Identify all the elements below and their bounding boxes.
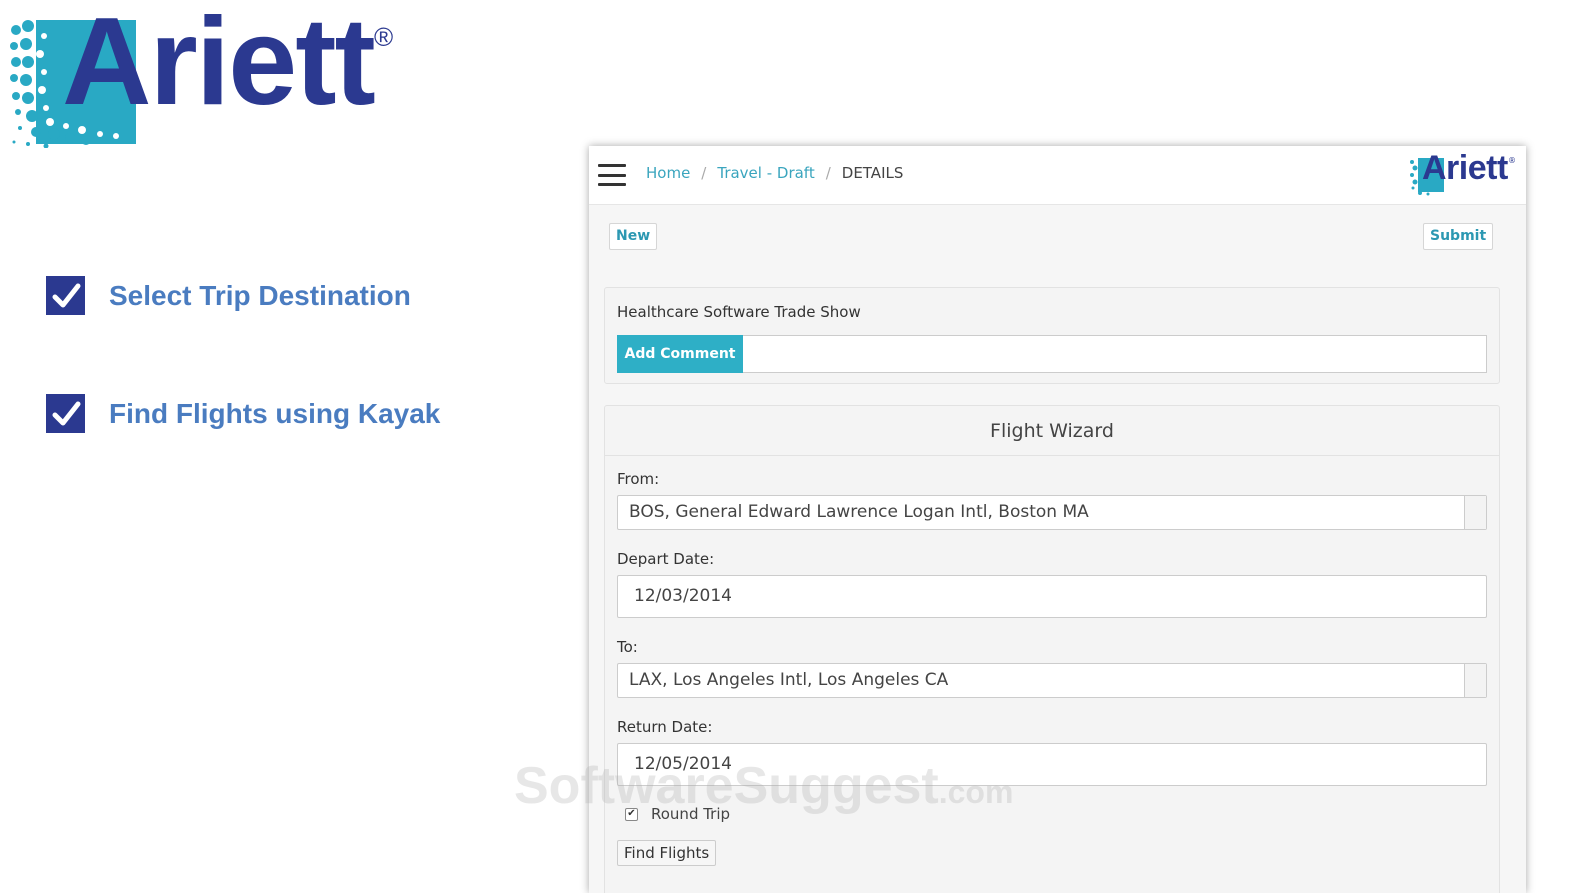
- depart-date-input[interactable]: 12/03/2014: [617, 575, 1487, 618]
- breadcrumb-home[interactable]: Home: [646, 164, 690, 182]
- submit-button[interactable]: Submit: [1423, 223, 1494, 250]
- checkmark-icon: [46, 394, 85, 433]
- trip-title: Healthcare Software Trade Show: [617, 303, 861, 321]
- app-window: Home / Travel - Draft / DETAILS Ariett ®…: [589, 146, 1526, 893]
- to-value: LAX, Los Angeles Intl, Los Angeles CA: [629, 670, 949, 690]
- to-select[interactable]: LAX, Los Angeles Intl, Los Angeles CA: [617, 663, 1487, 698]
- dropdown-arrow-icon[interactable]: [1464, 496, 1486, 529]
- checklist-item-flights: Find Flights using Kayak: [46, 394, 440, 433]
- from-value: BOS, General Edward Lawrence Logan Intl,…: [629, 502, 1089, 522]
- find-flights-button[interactable]: Find Flights: [617, 840, 717, 866]
- checklist-label: Select Trip Destination: [109, 279, 411, 311]
- breadcrumb-travel-draft[interactable]: Travel - Draft: [717, 164, 814, 182]
- logo-wordmark: Ariett: [62, 0, 376, 131]
- top-bar: Home / Travel - Draft / DETAILS Ariett ®: [589, 146, 1526, 205]
- checkmark-icon: [46, 276, 85, 315]
- depart-date-label: Depart Date:: [617, 550, 715, 568]
- from-select[interactable]: BOS, General Edward Lawrence Logan Intl,…: [617, 495, 1487, 530]
- breadcrumb-current: DETAILS: [841, 164, 904, 182]
- new-button[interactable]: New: [609, 223, 658, 250]
- ariett-small-logo: Ariett ®: [1410, 149, 1518, 196]
- breadcrumb: Home / Travel - Draft / DETAILS: [646, 164, 903, 182]
- comment-row: Add Comment: [617, 335, 1487, 373]
- to-label: To:: [617, 638, 638, 656]
- round-trip-row: ✔ Round Trip: [625, 805, 730, 823]
- hamburger-menu-icon[interactable]: [598, 164, 626, 186]
- logo-wordmark: Ariett: [1422, 149, 1508, 187]
- ariett-logo: Ariett ®: [10, 0, 410, 148]
- registered-mark: ®: [374, 22, 394, 52]
- add-comment-button[interactable]: Add Comment: [617, 335, 743, 373]
- flight-wizard-title: Flight Wizard: [605, 406, 1499, 456]
- return-date-input[interactable]: 12/05/2014: [617, 743, 1487, 786]
- round-trip-checkbox[interactable]: ✔: [625, 807, 638, 821]
- breadcrumb-separator: /: [701, 164, 707, 182]
- round-trip-label: Round Trip: [651, 805, 731, 823]
- trip-card: Healthcare Software Trade Show Add Comme…: [604, 287, 1500, 384]
- registered-mark: ®: [1508, 156, 1516, 165]
- comment-input[interactable]: [743, 335, 1487, 373]
- from-label: From:: [617, 470, 660, 488]
- breadcrumb-separator: /: [825, 164, 831, 182]
- flight-wizard-card: Flight Wizard From: BOS, General Edward …: [604, 405, 1500, 893]
- dropdown-arrow-icon[interactable]: [1464, 664, 1486, 697]
- checklist-item-destination: Select Trip Destination: [46, 276, 411, 315]
- checklist-label: Find Flights using Kayak: [109, 397, 441, 429]
- return-date-label: Return Date:: [617, 718, 713, 736]
